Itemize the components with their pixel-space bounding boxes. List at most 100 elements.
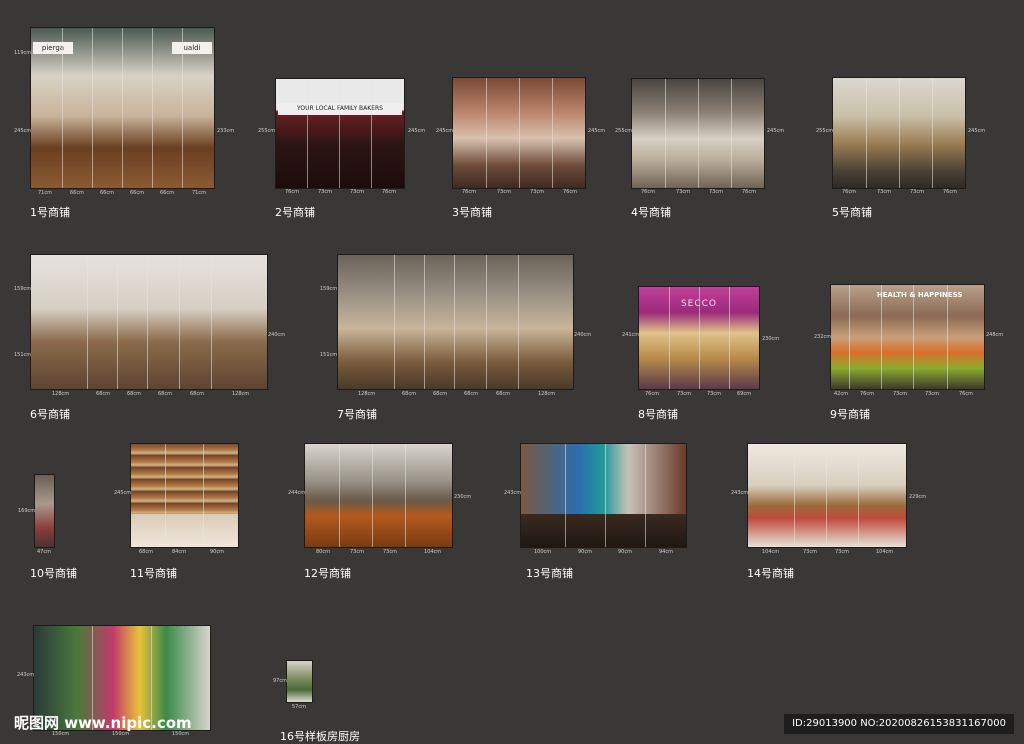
shop-7-height-right: 240cm: [574, 332, 592, 338]
shop-15-height: 243cm: [17, 672, 35, 678]
watermark-id: ID:29013900 NO:20200826153831167000: [784, 714, 1014, 734]
shop-6-width: 68cm: [96, 391, 110, 397]
shop-12-caption: 12号商铺: [304, 567, 351, 580]
shop-12-width: 73cm: [383, 549, 397, 555]
shop-6-height-top: 159cm: [14, 286, 32, 292]
shop-3-photo: [452, 77, 586, 189]
shop-4-height-left: 255cm: [615, 128, 633, 134]
shop-2-height-right: 245cm: [408, 128, 426, 134]
shop-2-width: 73cm: [350, 189, 364, 195]
shop-10-photo: [34, 474, 55, 548]
shop-1-width: 71cm: [192, 190, 206, 196]
shop-1-width: 66cm: [100, 190, 114, 196]
shop-5-height-left: 255cm: [816, 128, 834, 134]
shop-2-caption: 2号商铺: [275, 206, 315, 219]
shop-6-width: 68cm: [158, 391, 172, 397]
shop-6-width: 128cm: [232, 391, 250, 397]
shop-6-height-bottom: 151cm: [14, 352, 32, 358]
shop-12-width: 80cm: [316, 549, 330, 555]
shop-9-width: 76cm: [860, 391, 874, 397]
shop-16-width: 57cm: [292, 704, 306, 710]
shop-9-photo: HEALTH & HAPPINESS: [830, 284, 985, 390]
shop-3-width: 76cm: [563, 189, 577, 195]
shop-7-width: 128cm: [538, 391, 556, 397]
shop-4-caption: 4号商铺: [631, 206, 671, 219]
shop-8-height-left: 241cm: [622, 332, 640, 338]
shop-8-caption: 8号商铺: [638, 408, 678, 421]
shop-13-width: 90cm: [618, 549, 632, 555]
shop-10-height: 169cm: [18, 508, 36, 514]
shop-3-caption: 3号商铺: [452, 206, 492, 219]
shop-7-photo: [337, 254, 574, 390]
shop-1-width: 66cm: [70, 190, 84, 196]
shop-5-width: 73cm: [910, 189, 924, 195]
shop-8-width: 73cm: [677, 391, 691, 397]
shop-11-caption: 11号商铺: [130, 567, 177, 580]
shop-14-width: 104cm: [762, 549, 780, 555]
shop-12-photo: [304, 443, 453, 548]
shop-13-height: 243cm: [504, 490, 522, 496]
shop-3-width: 73cm: [497, 189, 511, 195]
shop-16-height: 97cm: [273, 678, 287, 684]
shop-16-caption: 16号样板房厨房: [280, 730, 360, 743]
shop-12-width: 73cm: [350, 549, 364, 555]
shop-11-height: 245cm: [114, 490, 132, 496]
shop-13-photo: [520, 443, 687, 548]
shop-11-width: 68cm: [139, 549, 153, 555]
shop-1-photo: pierga ualdi: [30, 27, 215, 189]
shop-2-width: 76cm: [382, 189, 396, 195]
shop-1-caption: 1号商铺: [30, 206, 70, 219]
shop-1-width: 66cm: [160, 190, 174, 196]
shop-7-height-bottom: 151cm: [320, 352, 338, 358]
shop-3-width: 73cm: [530, 189, 544, 195]
shop-6-width: 68cm: [190, 391, 204, 397]
shop-14-caption: 14号商铺: [747, 567, 794, 580]
shop-1-height-main: 245cm: [14, 128, 32, 134]
shop-14-width: 104cm: [876, 549, 894, 555]
shop-10-caption: 10号商铺: [30, 567, 77, 580]
shop-9-width: 76cm: [959, 391, 973, 397]
shop-8-photo: SECCO: [638, 286, 760, 390]
shop-4-width: 76cm: [641, 189, 655, 195]
shop-6-caption: 6号商铺: [30, 408, 70, 421]
shop-14-width: 73cm: [835, 549, 849, 555]
shop-13-width: 90cm: [578, 549, 592, 555]
shop-12-height-left: 244cm: [288, 490, 306, 496]
shop-4-width: 73cm: [709, 189, 723, 195]
shop-7-width: 68cm: [433, 391, 447, 397]
shop-5-height-right: 245cm: [968, 128, 986, 134]
shop-9-width: 73cm: [925, 391, 939, 397]
shop-8-width: 76cm: [645, 391, 659, 397]
shop-11-photo: [130, 443, 239, 548]
shop-8-height-right: 230cm: [762, 336, 780, 342]
shop-4-photo: [631, 78, 765, 189]
shop-1-width: 66cm: [130, 190, 144, 196]
shop-5-caption: 5号商铺: [832, 206, 872, 219]
shop-3-height-right: 245cm: [588, 128, 606, 134]
shop-12-width: 104cm: [424, 549, 442, 555]
shop-6-height-right: 240cm: [268, 332, 286, 338]
shop-14-photo: [747, 443, 907, 548]
shop-9-height-right: 248cm: [986, 332, 1004, 338]
shop-8-width: 69cm: [737, 391, 751, 397]
shop-9-height-left: 232cm: [814, 334, 832, 340]
shop-2-width: 73cm: [318, 189, 332, 195]
shop-7-width: 128cm: [358, 391, 376, 397]
shop-4-height-right: 245cm: [767, 128, 785, 134]
shop-5-width: 73cm: [877, 189, 891, 195]
shop-6-width: 128cm: [52, 391, 70, 397]
shop-7-width: 68cm: [464, 391, 478, 397]
shop-8-width: 73cm: [707, 391, 721, 397]
shop-14-width: 73cm: [803, 549, 817, 555]
shop-4-width: 76cm: [742, 189, 756, 195]
shop-2-photo: YOUR LOCAL FAMILY BAKERS: [275, 78, 405, 189]
shop-14-height-left: 243cm: [731, 490, 749, 496]
shop-7-caption: 7号商铺: [337, 408, 377, 421]
shop-11-width: 84cm: [172, 549, 186, 555]
shop-7-width: 68cm: [402, 391, 416, 397]
shop-7-width: 68cm: [496, 391, 510, 397]
shop-4-width: 73cm: [676, 189, 690, 195]
shop-2-sign: YOUR LOCAL FAMILY BAKERS: [278, 103, 402, 115]
shop-6-width: 68cm: [127, 391, 141, 397]
shop-13-caption: 13号商铺: [526, 567, 573, 580]
